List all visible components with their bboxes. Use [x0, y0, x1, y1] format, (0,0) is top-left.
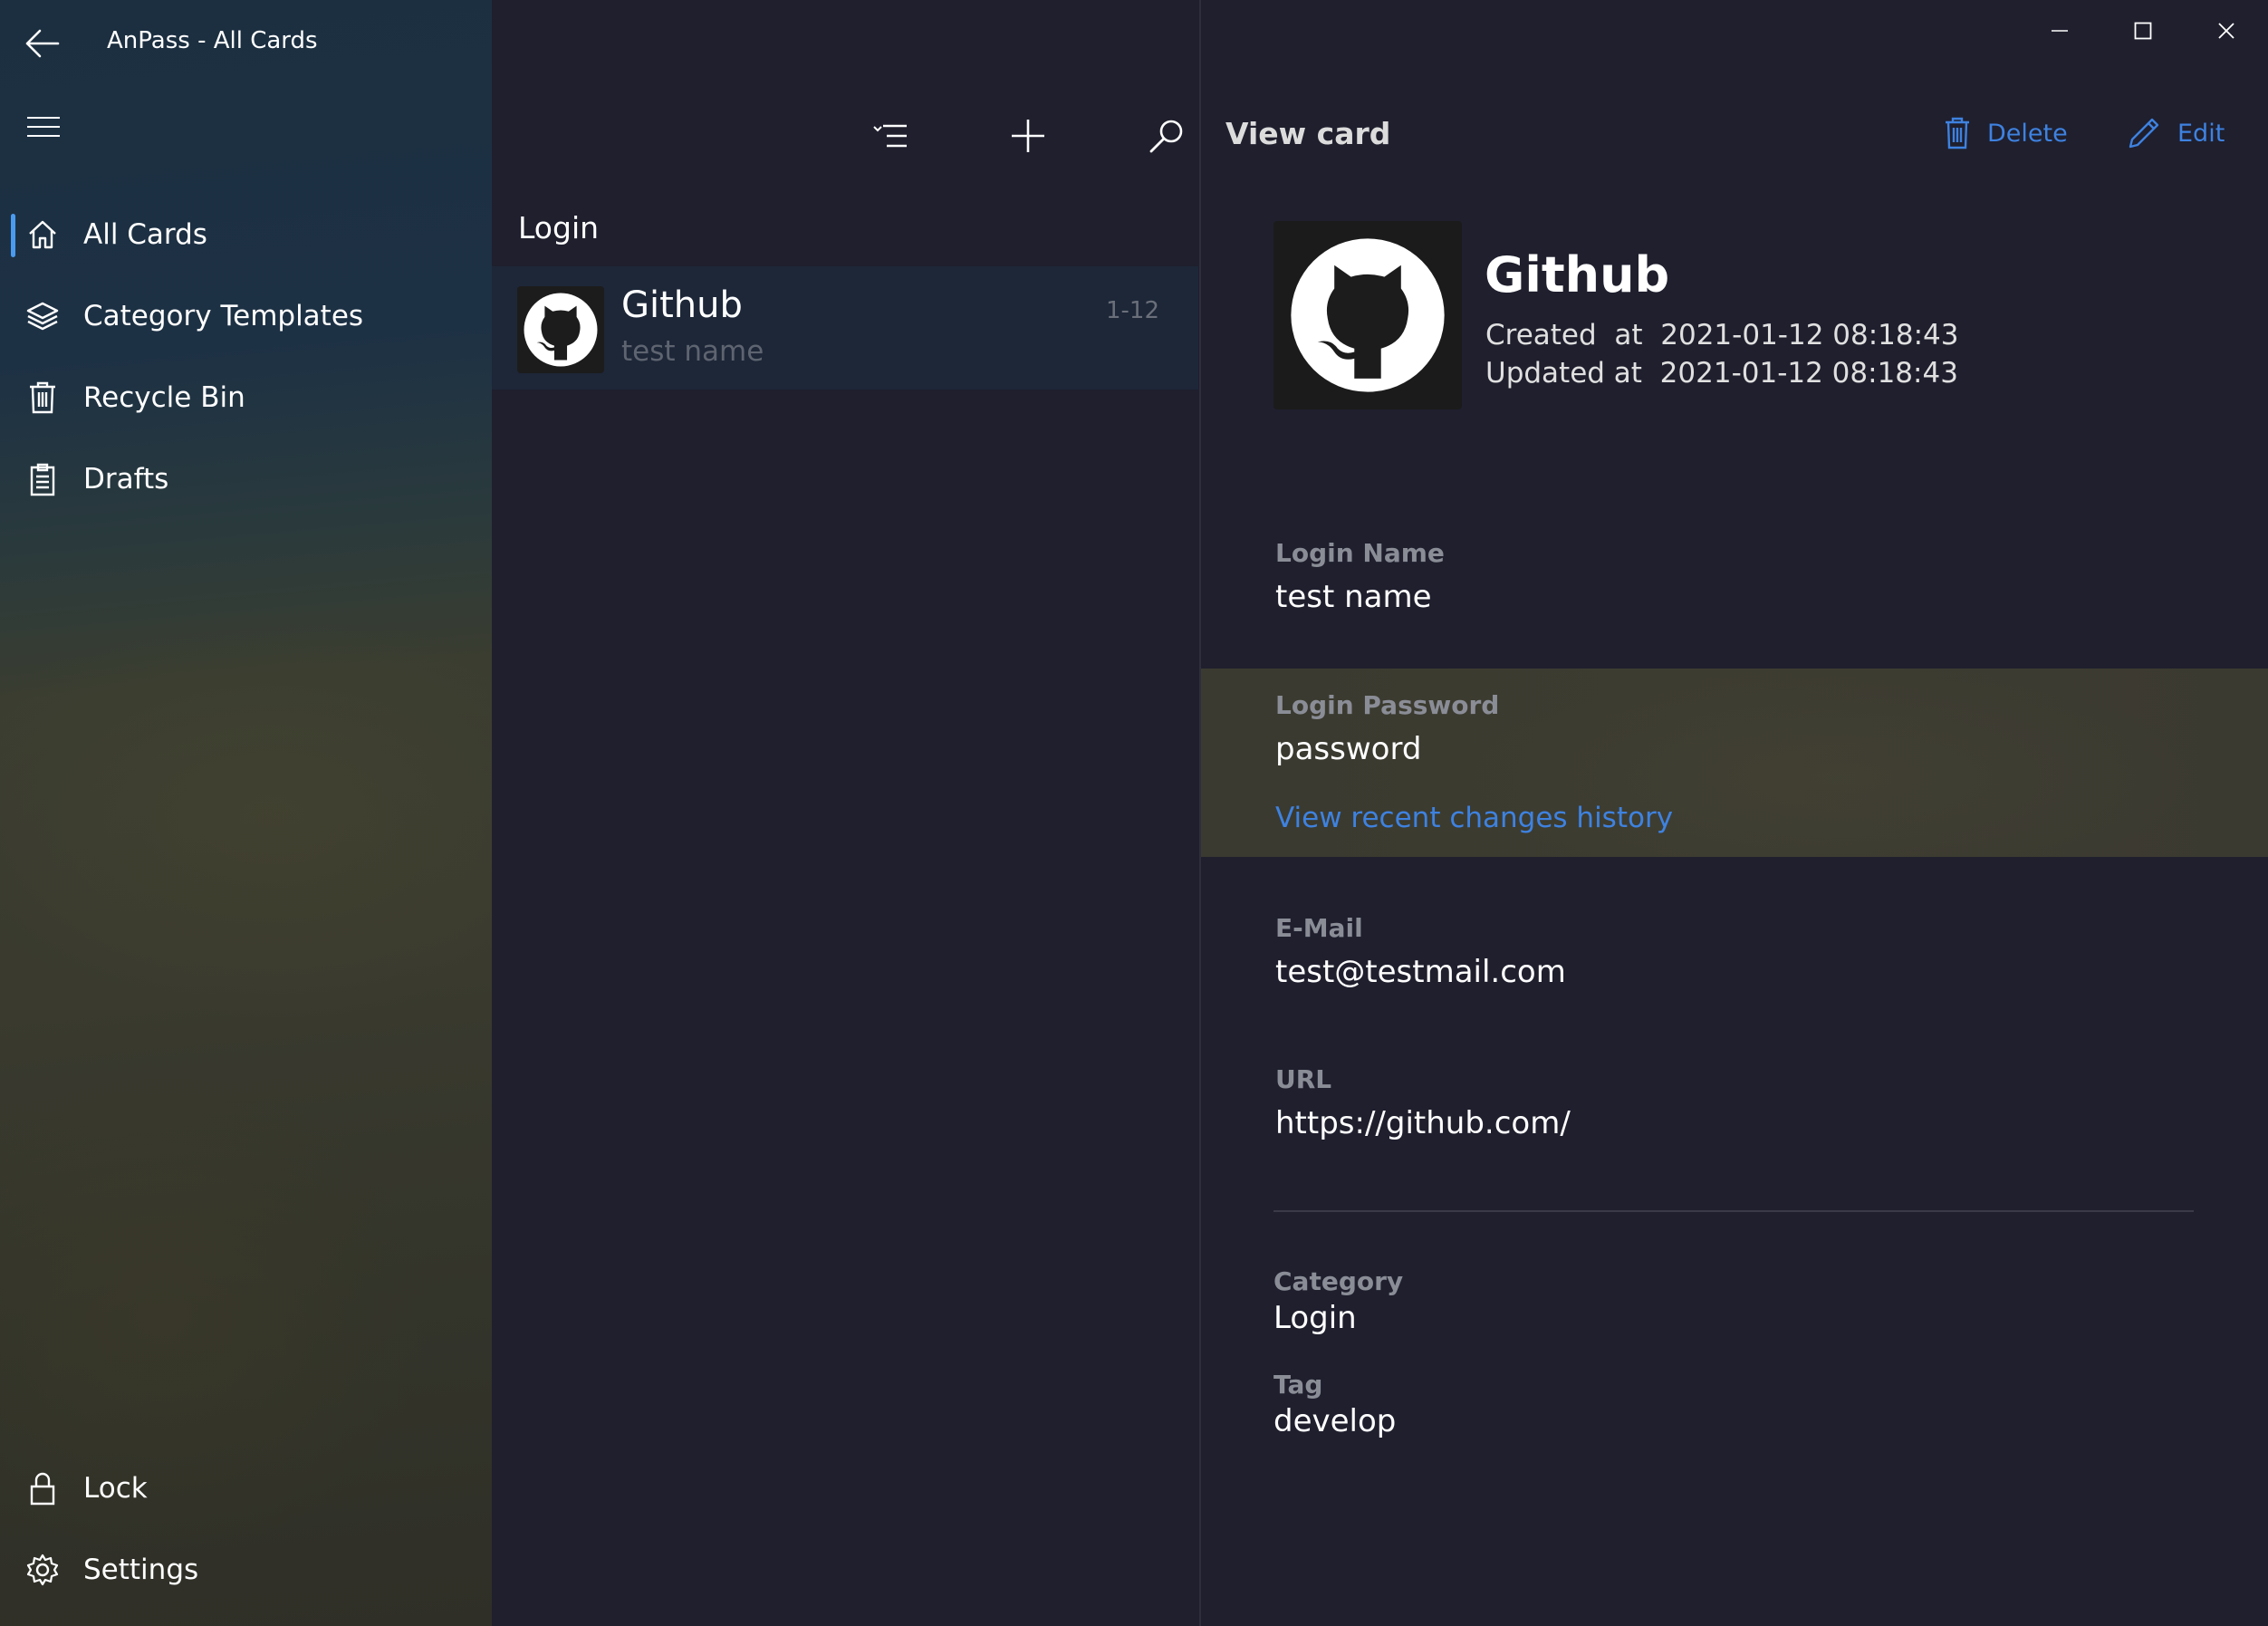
field-label: E-Mail — [1275, 913, 1363, 943]
sidebar-item-label: Lock — [83, 1472, 148, 1505]
delete-label: Delete — [1987, 119, 2068, 148]
pencil-icon — [2129, 118, 2159, 149]
sidebar-item-label: Recycle Bin — [83, 381, 245, 414]
field-url: URL https://github.com/ — [1275, 1064, 1571, 1141]
sidebar-item-label: Category Templates — [83, 300, 364, 332]
card-title: Github — [621, 284, 743, 326]
list-group-header: Login — [518, 210, 600, 245]
sort-list-icon — [873, 124, 907, 148]
updated-timestamp: Updated at 2021-01-12 08:18:43 — [1485, 357, 1958, 390]
window-controls — [2018, 0, 2268, 62]
navigation-sidebar: AnPass - All Cards All Cards Category Te… — [0, 0, 492, 1626]
app-window: AnPass - All Cards All Cards Category Te… — [0, 0, 2268, 1626]
menu-toggle-button[interactable] — [22, 107, 65, 147]
card-subtitle: test name — [621, 335, 764, 368]
sidebar-item-drafts[interactable]: Drafts — [0, 438, 492, 520]
page-title: View card — [1225, 116, 1391, 151]
hamburger-icon — [27, 117, 60, 137]
field-value: develop — [1273, 1403, 1397, 1439]
close-icon — [2218, 23, 2234, 39]
title-bar: AnPass - All Cards — [0, 0, 492, 87]
minimize-icon — [2052, 30, 2068, 32]
nav-list: All Cards Category Templates Recycle Bin… — [0, 194, 492, 520]
view-history-link[interactable]: View recent changes history — [1275, 802, 1673, 834]
minimize-button[interactable] — [2018, 0, 2101, 62]
created-timestamp: Created at 2021-01-12 08:18:43 — [1485, 319, 1959, 351]
sidebar-item-label: Settings — [83, 1554, 199, 1586]
layers-icon — [24, 297, 62, 335]
arrow-left-icon — [25, 29, 60, 58]
updated-label: Updated at — [1485, 357, 1642, 390]
card-name: Github — [1485, 246, 1670, 303]
sidebar-item-category-templates[interactable]: Category Templates — [0, 275, 492, 357]
delete-button[interactable]: Delete — [1944, 112, 2068, 154]
sidebar-item-settings[interactable]: Settings — [0, 1529, 492, 1611]
created-label: Created at — [1485, 319, 1643, 351]
github-icon — [517, 286, 604, 373]
lock-icon — [24, 1469, 62, 1507]
sidebar-item-all-cards[interactable]: All Cards — [0, 194, 492, 275]
field-category: Category Login — [1273, 1266, 1403, 1336]
field-label: Category — [1273, 1266, 1404, 1296]
close-button[interactable] — [2185, 0, 2268, 62]
selection-indicator — [11, 214, 15, 257]
sidebar-item-lock[interactable]: Lock — [0, 1448, 492, 1529]
field-value: Login — [1273, 1300, 1357, 1336]
sidebar-item-recycle-bin[interactable]: Recycle Bin — [0, 357, 492, 438]
section-divider — [1273, 1210, 2194, 1212]
field-login-name: Login Name test name — [1275, 538, 1445, 615]
trash-icon — [1946, 117, 1969, 149]
bottom-nav-list: Lock Settings — [0, 1448, 492, 1611]
field-login-password: Login Password password View recent chan… — [1275, 690, 1673, 834]
edit-button[interactable]: Edit — [2127, 112, 2225, 154]
maximize-button[interactable] — [2101, 0, 2185, 62]
back-button[interactable] — [20, 22, 63, 65]
field-value[interactable]: test name — [1275, 579, 1445, 615]
list-item[interactable]: Github test name 1-12 — [492, 266, 1198, 390]
list-toolbar — [492, 100, 1199, 172]
home-icon — [24, 216, 62, 254]
sort-button[interactable] — [854, 100, 927, 172]
field-tag: Tag develop — [1273, 1370, 1396, 1439]
card-list-pane: Login Github test name 1-12 — [492, 0, 1199, 1626]
maximize-icon — [2134, 22, 2152, 40]
field-label: Login Name — [1275, 538, 1445, 568]
app-title: AnPass - All Cards — [107, 27, 318, 54]
field-value[interactable]: password — [1275, 731, 1673, 767]
field-value[interactable]: https://github.com/ — [1275, 1105, 1571, 1141]
search-button[interactable] — [1130, 100, 1203, 172]
gear-icon — [24, 1551, 62, 1589]
field-label: Tag — [1273, 1370, 1323, 1400]
field-email: E-Mail test@testmail.com — [1275, 913, 1566, 990]
field-label: URL — [1275, 1064, 1332, 1094]
card-date: 1-12 — [1105, 297, 1159, 324]
edit-label: Edit — [2177, 119, 2225, 148]
sidebar-item-label: Drafts — [83, 463, 169, 495]
sidebar-item-label: All Cards — [83, 218, 207, 251]
add-card-button[interactable] — [992, 100, 1064, 172]
search-icon — [1149, 120, 1183, 153]
field-label: Login Password — [1275, 690, 1500, 720]
updated-value: 2021-01-12 08:18:43 — [1659, 357, 1958, 390]
card-detail-pane: View card Delete Edit Github Created at … — [1201, 0, 2268, 1626]
trash-icon — [24, 379, 62, 417]
clipboard-icon — [24, 460, 62, 498]
field-value[interactable]: test@testmail.com — [1275, 954, 1566, 990]
created-value: 2021-01-12 08:18:43 — [1660, 319, 1959, 351]
plus-icon — [1012, 120, 1044, 152]
github-icon — [1273, 221, 1462, 409]
